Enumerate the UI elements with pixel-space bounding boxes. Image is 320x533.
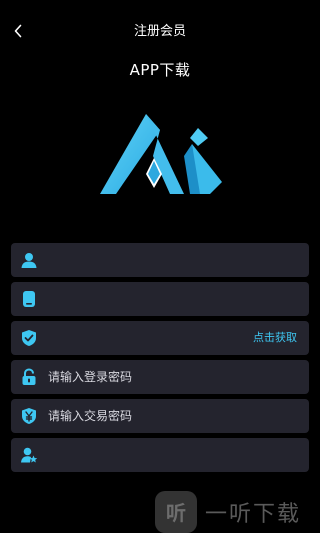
username-field <box>11 243 309 277</box>
app-download-title: APP下载 <box>129 61 191 79</box>
login-password-input[interactable] <box>39 360 309 394</box>
top-bar: 注册会员 <box>0 0 320 62</box>
watermark-badge: 听 <box>155 490 197 533</box>
phone-icon <box>19 289 39 309</box>
register-form: 点击获取 <box>11 243 309 477</box>
register-screen: 注册会员 APP下载 点击获取 听 一听下载 <box>0 0 320 533</box>
invite-field <box>11 438 309 472</box>
get-code-button[interactable]: 点击获取 <box>253 330 297 346</box>
user-icon <box>19 250 39 270</box>
trade-password-input[interactable] <box>39 399 309 433</box>
login-password-field <box>11 360 309 394</box>
app-logo <box>100 114 222 194</box>
user-star-icon <box>19 445 39 465</box>
shield-check-icon <box>19 328 39 348</box>
trade-password-field <box>11 399 309 433</box>
invite-code-input[interactable] <box>39 438 309 472</box>
yen-shield-icon <box>19 406 39 426</box>
watermark-text: 一听下载 <box>205 501 302 527</box>
phone-field <box>11 282 309 316</box>
username-input[interactable] <box>39 243 309 277</box>
lock-icon <box>19 367 39 387</box>
page-title: 注册会员 <box>133 24 186 39</box>
verification-code-field: 点击获取 <box>11 321 309 355</box>
phone-input[interactable] <box>39 282 309 316</box>
watermark: 听 一听下载 <box>155 490 320 533</box>
